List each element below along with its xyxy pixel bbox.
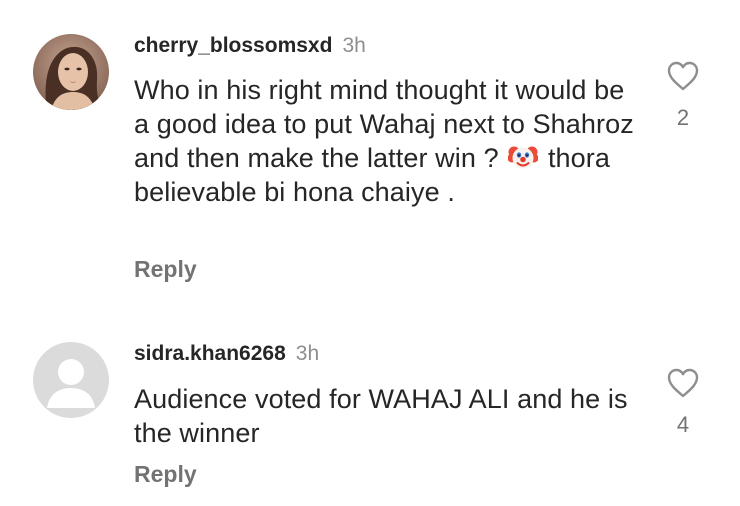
- username[interactable]: sidra.khan6268: [134, 342, 286, 365]
- comment-meta: sidra.khan6268 3h: [134, 342, 319, 366]
- comment-item: cherry_blossomsxd 3h Who in his right min…: [0, 0, 740, 300]
- heart-icon[interactable]: [666, 367, 700, 399]
- comment-meta: cherry_blossomsxd 3h: [134, 34, 366, 58]
- avatar[interactable]: [33, 342, 109, 418]
- like-control: 4: [661, 367, 705, 437]
- like-count: 4: [676, 412, 690, 437]
- reply-button[interactable]: Reply: [134, 461, 197, 487]
- username[interactable]: cherry_blossomsxd: [134, 34, 332, 57]
- like-count: 2: [676, 105, 690, 130]
- timestamp: 3h: [342, 34, 366, 57]
- heart-icon[interactable]: [666, 60, 700, 92]
- comment-item: sidra.khan6268 3h Audience voted for WAHA…: [0, 306, 740, 506]
- avatar[interactable]: [33, 34, 109, 110]
- reply-button[interactable]: Reply: [134, 256, 197, 282]
- like-control: 2: [661, 60, 705, 130]
- timestamp: 3h: [295, 342, 320, 365]
- clown-face-icon: [507, 142, 539, 172]
- profile-photo-icon: [33, 34, 109, 110]
- default-avatar-icon: [33, 342, 109, 418]
- comment-text: Who in his right mind thought it would b…: [134, 73, 634, 209]
- comment-text: Audience voted for WAHAJ ALI and he is t…: [134, 384, 628, 448]
